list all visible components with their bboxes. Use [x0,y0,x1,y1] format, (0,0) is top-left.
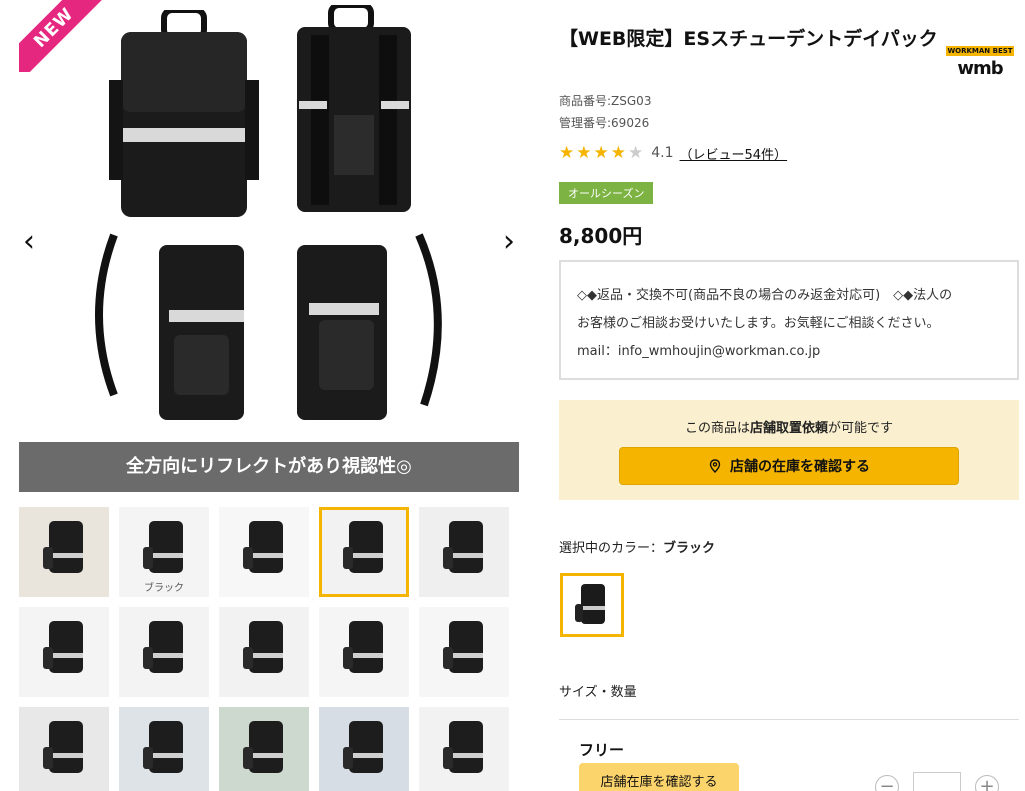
season-badge: オールシーズン [559,182,654,204]
brand-logo-top: WORKMAN BEST [946,46,1014,56]
thumbnail-6[interactable] [19,607,109,697]
swatch-backpack-image [575,584,605,624]
thumbnail-2[interactable]: ブラック [119,507,209,597]
star-icon: ★ [593,143,609,163]
store-pickup-box: この商品は店舗取置依頼が可能です 店舗の在庫を確認する [559,400,1019,500]
store-text-post: が可能です [828,421,894,436]
thumbnail-7[interactable] [119,607,209,697]
thumbnail-label: ブラック [144,583,184,594]
backpack-side-left-image [95,233,244,420]
size-name: フリー [579,741,625,759]
main-product-image: NEW ‹ › [19,0,519,440]
color-swatch-black[interactable] [560,573,624,637]
prev-image-arrow-icon[interactable]: ‹ [19,227,41,257]
store-text-bold: 店舗取置依頼 [749,421,828,436]
backpack-front-image [109,10,259,217]
quantity-stepper: − + [875,772,999,791]
quantity-minus-button[interactable]: − [875,775,899,791]
image-caption: 全方向にリフレクトがあり視認性◎ [19,442,519,492]
selected-color: 選択中のカラー：ブラック [559,537,715,556]
thumbnail-4[interactable] [319,507,409,597]
thumbnail-backpack-image [443,621,483,673]
quantity-input[interactable] [913,772,961,791]
brand-logo: WORKMAN BEST wmb [946,46,1014,79]
thumbnail-13[interactable] [219,707,309,791]
new-badge-label: NEW [19,0,110,72]
size-quantity-label: サイズ・数量 [559,685,637,700]
notice-line: ◇◆返品・交換不可(商品不良の場合のみ返金対応可) ◇◆法人の [577,288,953,303]
thumbnail-backpack-image [43,521,83,573]
thumbnail-backpack-image [243,621,283,673]
management-number: 管理番号:69026 [559,116,650,130]
thumbnail-1[interactable] [19,507,109,597]
star-empty-icon: ★ [628,143,644,163]
check-store-stock-button[interactable]: 店舗の在庫を確認する [619,447,959,485]
thumbnail-backpack-image [443,521,483,573]
backpack-back-image [297,5,411,212]
review-link[interactable]: （レビュー54件） [680,144,788,163]
thumbnail-backpack-image [343,521,383,573]
thumbnail-11[interactable] [19,707,109,791]
thumbnail-backpack-image [243,721,283,773]
thumbnail-backpack-image [43,721,83,773]
thumbnail-10[interactable] [419,607,509,697]
thumbnail-5[interactable] [419,507,509,597]
product-sku: 商品番号:ZSG03 [559,94,652,108]
product-gallery: NEW ‹ › 全方向にリフレクトがあり視認性◎ ブラック [19,0,519,791]
product-title: 【WEB限定】ESスチューデントデイパック [559,28,938,50]
thumbnail-9[interactable] [319,607,409,697]
notice-line: mail：info_wmhoujin@workman.co.jp [577,344,821,359]
price: 8,800円 [559,224,643,248]
check-store-stock-label: 店舗の在庫を確認する [730,459,870,475]
notice-box: ◇◆返品・交換不可(商品不良の場合のみ返金対応可) ◇◆法人の お客様のご相談お… [559,260,1019,380]
store-pickup-text: この商品は店舗取置依頼が可能です [559,417,1019,436]
quantity-plus-button[interactable]: + [975,775,999,791]
thumbnail-3[interactable] [219,507,309,597]
thumbnail-8[interactable] [219,607,309,697]
location-pin-icon [709,459,721,473]
thumbnail-backpack-image [143,621,183,673]
thumbnail-backpack-image [443,721,483,773]
rating-score: 4.1 [651,145,674,161]
thumbnail-backpack-image [243,521,283,573]
star-icon: ★ [559,143,575,163]
thumbnail-grid: ブラック [19,507,519,791]
thumbnail-14[interactable] [319,707,409,791]
thumbnail-backpack-image [43,621,83,673]
rating: ★ ★ ★ ★ ★ 4.1 （レビュー54件） [559,143,787,163]
thumbnail-12[interactable] [119,707,209,791]
backpack-side-right-image [297,233,442,420]
star-icon: ★ [610,143,626,163]
star-icon: ★ [576,143,592,163]
thumbnail-backpack-image [343,621,383,673]
check-stock-button[interactable]: 店舗在庫を確認する [579,763,739,791]
selected-color-prefix: 選択中のカラー： [559,541,664,556]
store-text-pre: この商品は [684,421,750,436]
new-badge: NEW [19,0,112,72]
selected-color-value: ブラック [663,541,716,556]
brand-logo-text: wmb [957,58,1003,79]
thumbnail-backpack-image [343,721,383,773]
thumbnail-15[interactable] [419,707,509,791]
next-image-arrow-icon[interactable]: › [497,227,519,257]
divider [559,719,1019,720]
thumbnail-backpack-image [143,721,183,773]
notice-line: お客様のご相談お受けいたします。お気軽にご相談ください。 [577,316,940,331]
